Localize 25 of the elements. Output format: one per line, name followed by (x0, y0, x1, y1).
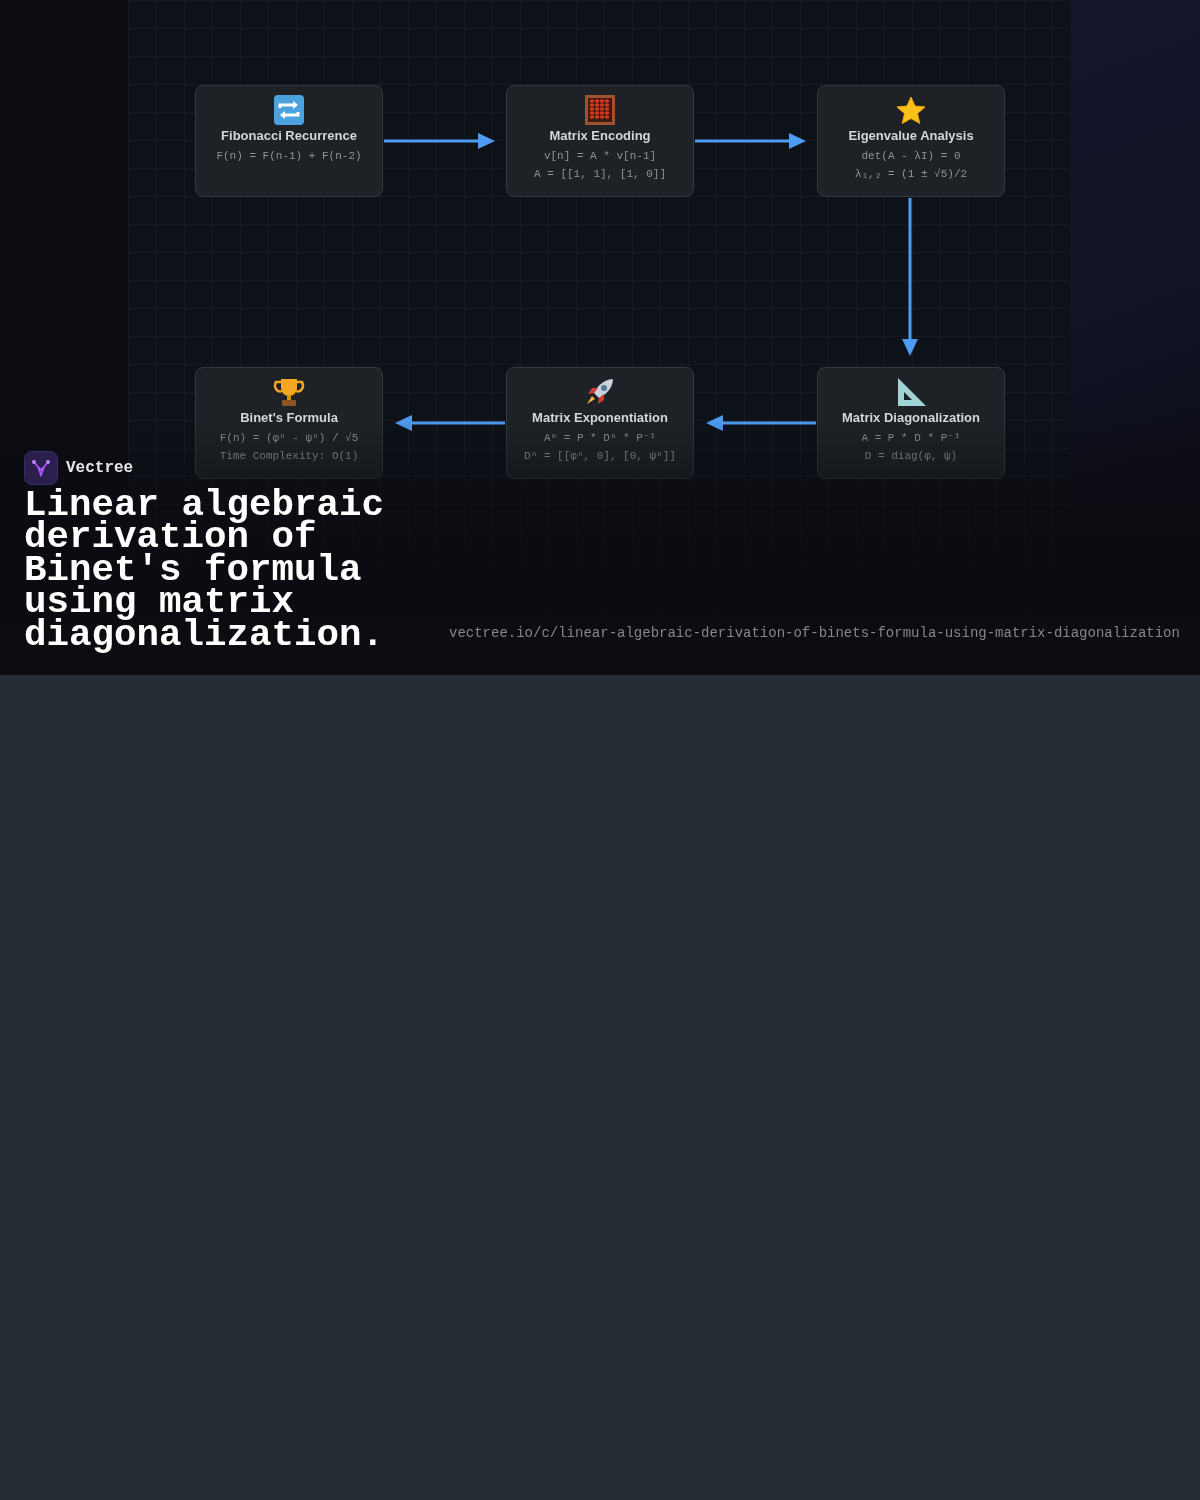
node-formula: λ₁,₂ = (1 ± √5)/2 (854, 167, 968, 182)
brand-name: Vectree (66, 458, 134, 477)
logo-icon (31, 458, 51, 477)
node-formula: Dⁿ = [[φⁿ, 0], [0, ψⁿ]] (524, 449, 676, 464)
node-formula: det(A - λI) = 0 (861, 149, 961, 164)
trophy-icon (272, 376, 306, 408)
node-formula: v[n] = A * v[n-1] (543, 149, 657, 164)
node-title: Fibonacci Recurrence (221, 128, 357, 143)
node-title: Matrix Diagonalization (842, 410, 980, 425)
node-formula: A = P * D * P⁻¹ (861, 431, 961, 446)
node-title: Binet's Formula (240, 410, 338, 425)
page-url: vectree.io/c/linear-algebraic-derivation-of-binets-formula-using-matrix-diagonalization (449, 625, 1180, 641)
abacus-icon (584, 94, 616, 126)
star-icon (894, 94, 928, 126)
node-formula: F(n) = (φⁿ - ψⁿ) / √5 (219, 431, 359, 446)
node-formula: F(n) = F(n-1) + F(n-2) (216, 149, 362, 164)
page-title: Linear algebraic derivation of Binet's formula using matrix diagonalization. (24, 488, 386, 651)
node-title: Matrix Exponentiation (532, 410, 668, 425)
node-title: Matrix Encoding (549, 128, 651, 143)
node-title: Eigenvalue Analysis (848, 128, 974, 143)
node-formula: D = diag(φ, ψ) (864, 449, 958, 464)
node-formula: A = [[1, 1], [1, 0]] (534, 167, 666, 182)
repeat-icon (273, 94, 305, 126)
node-formula: Aⁿ = P * Dⁿ * P⁻¹ (543, 431, 657, 446)
node-formula: Time Complexity: O(1) (219, 449, 359, 464)
